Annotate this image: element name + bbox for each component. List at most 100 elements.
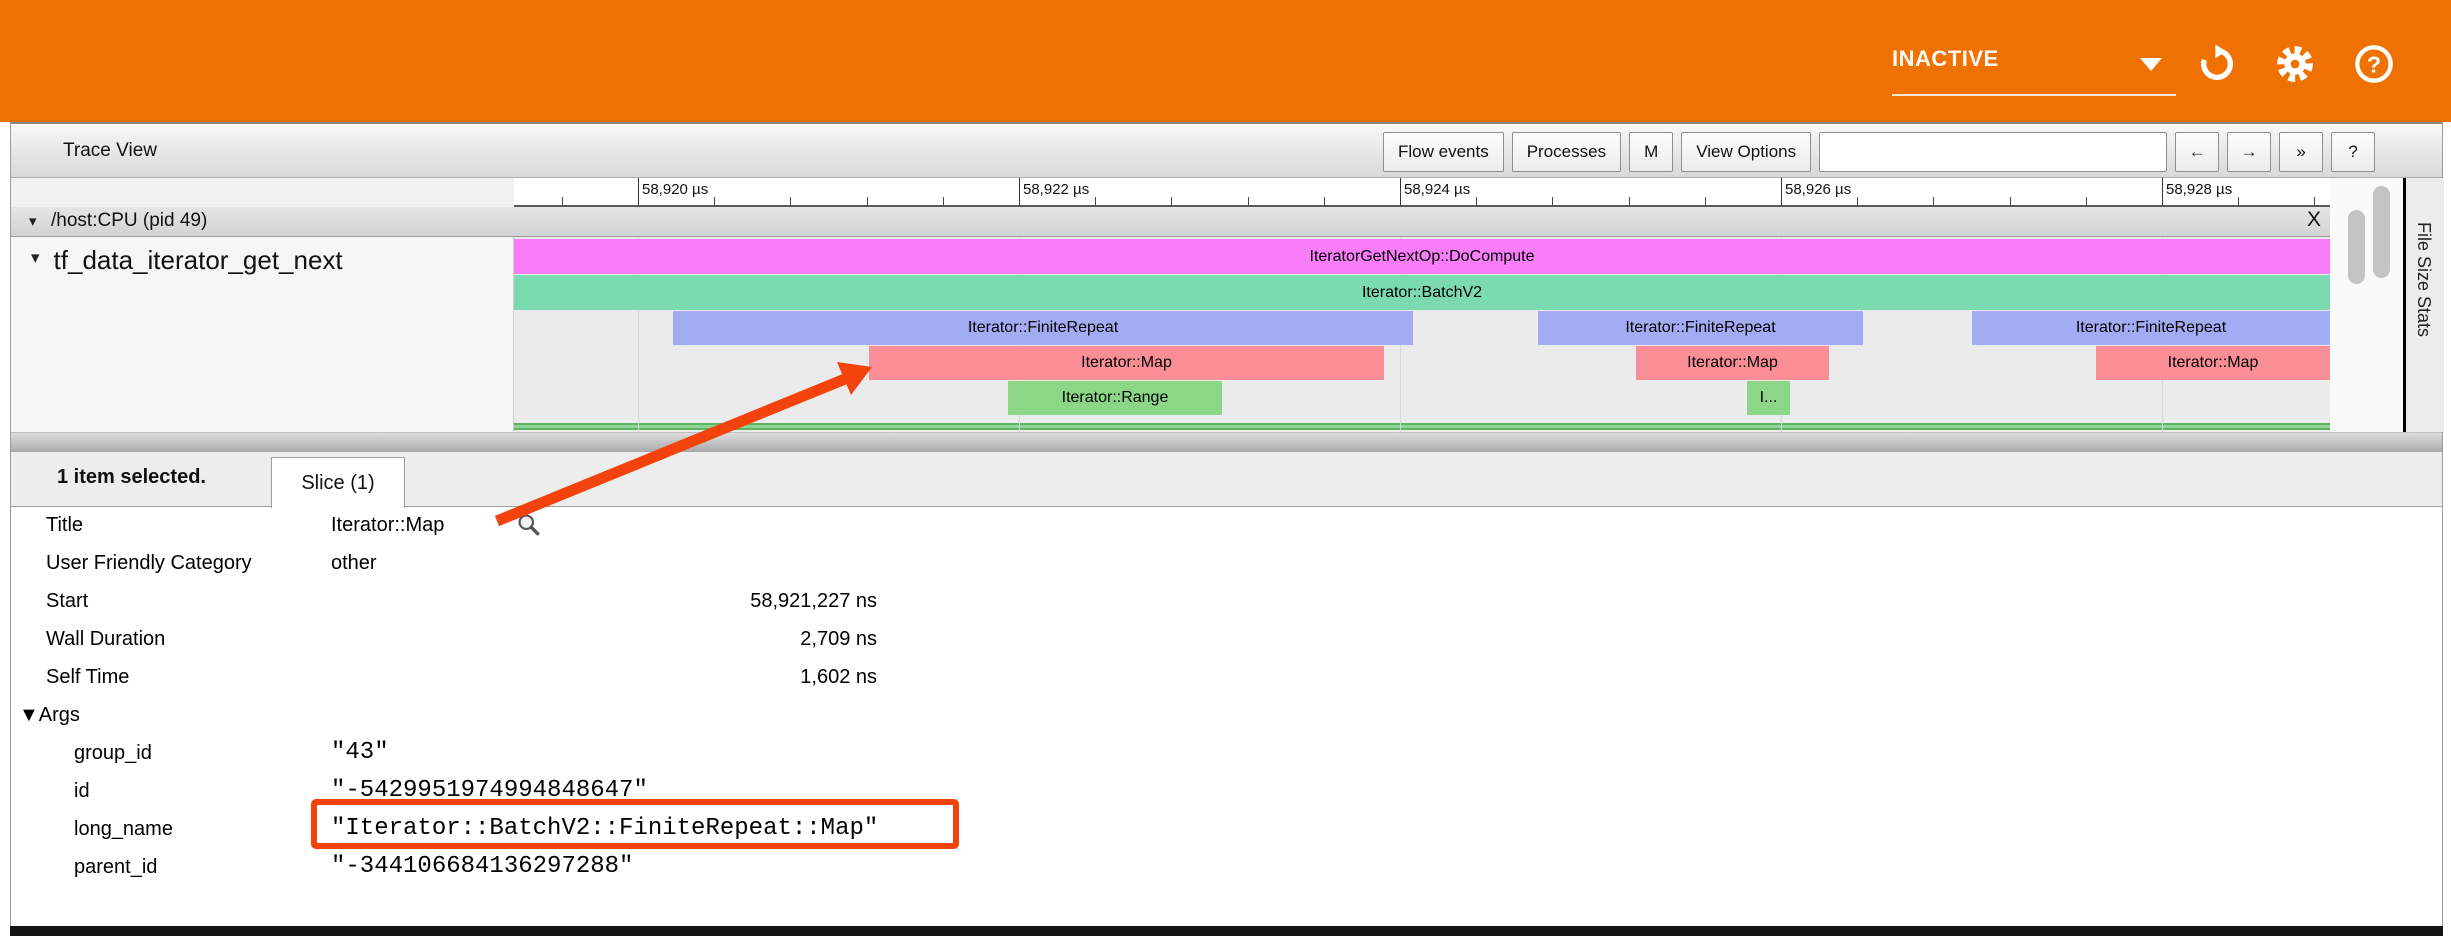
collapse-triangle-icon[interactable]: ▾ — [31, 248, 40, 267]
ruler-minor-tick — [790, 197, 791, 205]
toolbar-button-view-options[interactable]: View Options — [1681, 132, 1811, 172]
ruler-tick-label: 58,928 µs — [2166, 181, 2232, 198]
dropdown-underline — [1892, 94, 2176, 96]
detail-label: Title — [46, 510, 83, 540]
timeline-ruler[interactable]: 58,920 µs 58,922 µs 58,924 µs 58,926 µs 58,9… — [514, 178, 2330, 207]
arg-name: parent_id — [74, 852, 157, 882]
trace-slice[interactable]: Iterator::Range — [1008, 381, 1222, 415]
ruler-minor-tick — [2086, 197, 2087, 205]
analysis-panel-header: 1 item selected. Slice (1) — [11, 452, 2442, 507]
help-icon[interactable]: ? — [2354, 44, 2394, 84]
timeline-canvas[interactable]: IteratorGetNextOp::DoComputeIterator::Ba… — [514, 237, 2330, 432]
run-status-label: INACTIVE — [1892, 46, 1999, 72]
slice-detail-panel: TitleIterator::MapUser Friendly Category… — [11, 507, 2442, 928]
ruler-minor-tick — [1629, 197, 1630, 205]
trace-slice[interactable]: Iterator::FiniteRepeat — [1538, 311, 1863, 345]
collapse-triangle-icon[interactable]: ▾ — [29, 212, 37, 230]
trace-slice[interactable]: Iterator::Map — [2096, 346, 2330, 380]
ruler-tick-label: 58,920 µs — [642, 181, 708, 198]
vertical-scrollbar-thumb[interactable] — [2373, 186, 2390, 278]
scrollbar-gutter — [2330, 178, 2403, 432]
tab-file-size-stats[interactable]: File Size Stats — [2406, 178, 2444, 432]
detail-value: 1,602 ns — [331, 662, 877, 692]
toolbar-button-group: Flow eventsProcessesMView Options ←→»? — [1383, 132, 2375, 172]
detail-value: other — [331, 548, 377, 578]
process-row[interactable]: ▾ /host:CPU (pid 49) X — [11, 207, 2330, 237]
tab-slice-label: Slice (1) — [301, 472, 374, 495]
detail-value: 2,709 ns — [331, 624, 877, 654]
detail-row: Wall Duration 2,709 ns — [11, 624, 2442, 654]
trace-slice[interactable]: Iterator::Map — [1636, 346, 1829, 380]
detail-label: Wall Duration — [46, 624, 165, 654]
ruler-major-tick — [1781, 178, 1782, 205]
ruler-minor-tick — [867, 197, 868, 205]
ruler-tick-label: 58,926 µs — [1785, 181, 1851, 198]
find-input[interactable] — [1819, 132, 2167, 172]
nav-right-button[interactable]: → — [2227, 132, 2271, 172]
app-header-bar: INACTIVE ? — [0, 0, 2451, 122]
detail-value: 58,921,227 ns — [331, 586, 877, 616]
process-name: /host:CPU (pid 49) — [51, 210, 207, 232]
thread-name: tf_data_iterator_get_next — [54, 245, 343, 275]
args-section-toggle[interactable]: ▼Args — [19, 700, 80, 730]
ruler-minor-tick — [1857, 197, 1858, 205]
ruler-minor-tick — [1095, 197, 1096, 205]
ruler-minor-tick — [2010, 197, 2011, 205]
ruler-minor-tick — [714, 197, 715, 205]
magnifier-icon[interactable] — [516, 512, 542, 547]
detail-label: User Friendly Category — [46, 548, 252, 578]
track-area: ▾ tf_data_iterator_get_next IteratorGetNe… — [11, 237, 2330, 432]
overview-strip — [514, 423, 2330, 430]
arg-row-long_name: long_name "Iterator::BatchV2::FiniteRepea… — [11, 814, 2442, 844]
arg-row-parent_id: parent_id "-344106684136297288" — [11, 852, 2442, 882]
gear-hole — [2291, 60, 2300, 69]
trace-toolbar: Trace View Flow eventsProcessesMView Opt… — [11, 126, 2442, 178]
side-tab-label: File Size Stats — [2413, 222, 2434, 337]
selection-summary: 1 item selected. — [57, 466, 206, 489]
detail-row: Start58,921,227 ns — [11, 586, 2442, 616]
trace-slice[interactable]: Iterator::Map — [869, 346, 1384, 380]
chevron-down-icon — [2140, 58, 2162, 71]
arg-name: long_name — [74, 814, 173, 844]
nav-more-button[interactable]: » — [2279, 132, 2323, 172]
ruler-tick-label: 58,924 µs — [1404, 181, 1470, 198]
ruler-tick-label: 58,922 µs — [1023, 181, 1089, 198]
tab-slice[interactable]: Slice (1) — [271, 457, 405, 508]
ruler-minor-tick — [1552, 197, 1553, 205]
track-label-panel: ▾ tf_data_iterator_get_next — [11, 237, 514, 432]
toolbar-button-processes[interactable]: Processes — [1512, 132, 1621, 172]
toolbar-button-m[interactable]: M — [1629, 132, 1673, 172]
arg-row-id: id"-5429951974994848647" — [11, 776, 2442, 806]
window-bottom-edge — [10, 926, 2443, 936]
trace-slice[interactable]: Iterator::BatchV2 — [514, 275, 2330, 310]
ruler-minor-tick — [1324, 197, 1325, 205]
thread-row-toggle[interactable]: ▾ tf_data_iterator_get_next — [31, 245, 343, 276]
ruler-major-tick — [2162, 178, 2163, 205]
toolbar-button-flow-events[interactable]: Flow events — [1383, 132, 1504, 172]
ruler-major-tick — [1019, 178, 1020, 205]
panel-splitter[interactable] — [11, 432, 2442, 452]
nav-left-button[interactable]: ← — [2175, 132, 2219, 172]
trace-slice[interactable]: Iterator::FiniteRepeat — [1972, 311, 2330, 345]
run-status-dropdown[interactable]: INACTIVE — [1892, 44, 2176, 96]
ruler-minor-tick — [1171, 197, 1172, 205]
ruler-minor-tick — [1476, 197, 1477, 205]
trace-slice[interactable]: I... — [1747, 381, 1790, 415]
detail-row: TitleIterator::Map — [11, 510, 2442, 540]
arg-name: id — [74, 776, 90, 806]
vertical-scrollbar-thumb[interactable] — [2348, 210, 2365, 284]
trace-slice[interactable]: IteratorGetNextOp::DoCompute — [514, 239, 2330, 274]
ruler-major-tick — [1400, 178, 1401, 205]
ruler-minor-tick — [2314, 197, 2315, 205]
settings-gear-icon[interactable] — [2275, 44, 2315, 84]
ruler-minor-tick — [2238, 197, 2239, 205]
trace-window: Trace View Flow eventsProcessesMView Opt… — [10, 122, 2443, 936]
arg-value: "Iterator::BatchV2::FiniteRepeat::Map" — [331, 814, 878, 844]
trace-slice[interactable]: Iterator::FiniteRepeat — [673, 311, 1413, 345]
refresh-icon[interactable] — [2197, 44, 2237, 84]
close-icon[interactable]: X — [2301, 208, 2327, 232]
arg-value: "43" — [331, 738, 389, 768]
arg-value: "-344106684136297288" — [331, 852, 633, 882]
detail-row: Self Time1,602 ns — [11, 662, 2442, 692]
nav-help-button[interactable]: ? — [2331, 132, 2375, 172]
